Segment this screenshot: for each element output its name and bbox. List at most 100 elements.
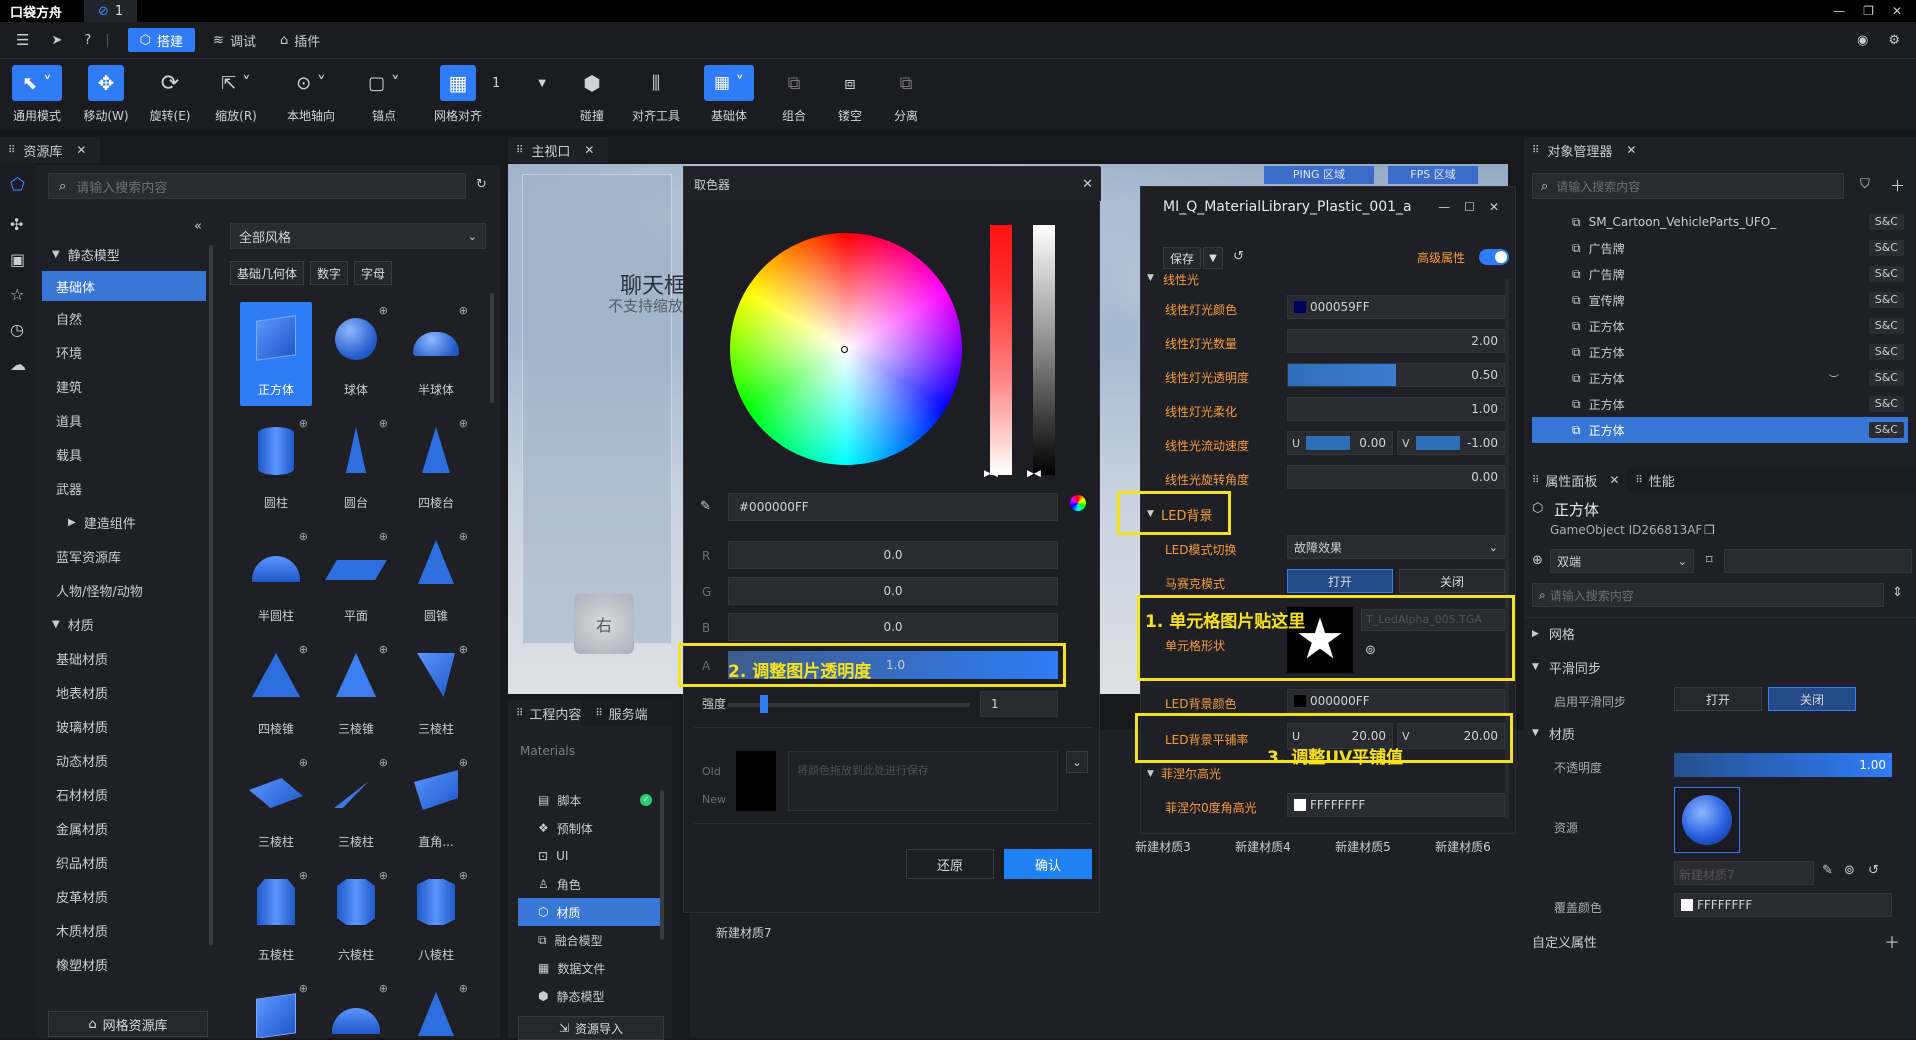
section-material[interactable]: ▼ 材质 [1524,717,1916,749]
tree-item[interactable]: 环境 [40,335,208,369]
zoom-icon[interactable]: ⊕ [299,869,308,882]
minimize-icon[interactable]: — [1438,200,1450,214]
tool-grid-snap[interactable]: ▦ 网格对齐 [428,65,488,124]
section-smooth-sync[interactable]: ▼ 平滑同步 [1524,651,1916,683]
tool-group[interactable]: ⧉ 组合 [766,65,822,124]
tool-move[interactable]: ✥ 移动(W) [78,65,134,124]
tree-item[interactable]: 载具 [40,437,208,471]
object-row[interactable]: ⧉ 宣传牌 S&C [1532,287,1908,313]
smooth-sync-on-button[interactable]: 打开 [1674,687,1762,711]
network-select[interactable]: 双端 ⌄ [1550,549,1694,573]
filter-icon[interactable]: ⛉ [1860,177,1870,192]
tree-item[interactable]: 地表材质 [40,675,208,709]
tag-icon[interactable]: ⌑ [1706,553,1713,568]
intensity-slider-thumb[interactable] [760,695,768,713]
locate-icon[interactable]: ⊚ [1844,863,1855,878]
zoom-icon[interactable]: ⊕ [379,982,388,995]
asset-item[interactable]: ⊕ 半圆柱 [240,528,312,632]
tool-align[interactable]: ⫼ 对齐工具 [624,65,688,124]
tool-anchor[interactable]: ▢ ˅ 锚点 [356,65,412,124]
saved-colors-dropzone[interactable]: 将颜色拖放到此处进行保存 [788,751,1058,811]
asset-item[interactable]: ⊕ 半球体 [400,302,472,406]
rotation-angle-field[interactable]: 0.00 [1287,465,1505,489]
tree-item[interactable]: 基础材质 [40,641,208,675]
document-tab[interactable]: ⊘ 1 [84,0,138,22]
minimize-icon[interactable]: — [1833,4,1845,18]
mosaic-on-button[interactable]: 打开 [1287,569,1393,593]
flow-speed-v-field[interactable]: V -1.00 [1397,431,1505,455]
zoom-icon[interactable]: ⊕ [379,756,388,769]
tool-local-axis[interactable]: ⊙ ˅ 本地轴向 [278,65,344,124]
hamburger-icon[interactable]: ☰ [16,31,29,49]
tree-item[interactable]: 玻璃材质 [40,709,208,743]
tree-item[interactable]: 道具 [40,403,208,437]
zoom-icon[interactable]: ⊕ [379,417,388,430]
color-wheel-cursor[interactable] [841,346,848,353]
project-item[interactable]: ▤ 脚本 ✓ [518,786,662,814]
value-slider[interactable] [1033,225,1055,475]
asset-item[interactable]: ⊕ 六棱柱 [320,867,392,971]
asset-item[interactable]: ⊕ 四棱台 [400,415,472,519]
asset-item[interactable]: ⊕ 圆台 [320,415,392,519]
zoom-icon[interactable]: ⊕ [459,869,468,882]
asset-item[interactable]: ⊕ 八棱柱 [400,867,472,971]
tree-item[interactable]: 橡塑材质 [40,947,208,981]
hidden-icon[interactable]: ︶ [1829,371,1839,386]
expand-all-icon[interactable]: ⇕ [1892,585,1903,600]
fresnel-color-field[interactable]: FFFFFFFF [1287,793,1505,817]
tree-item[interactable]: 武器 [40,471,208,505]
confirm-button[interactable]: 确认 [1004,849,1092,879]
project-scrollbar[interactable] [660,790,664,940]
flow-speed-u-field[interactable]: U 0.00 [1287,431,1393,455]
section-custom-props[interactable]: 自定义属性 ＋ [1524,925,1916,957]
fresnel-section-toggle[interactable]: ▼ [1147,769,1154,779]
object-row[interactable]: ⧉ 广告牌 S&C [1532,261,1908,287]
tree-item[interactable]: 动态材质 [40,743,208,777]
tab-server[interactable]: ⠿ 服务端 [581,700,647,726]
tool-scale[interactable]: ⇱ ˅ 缩放(R) [208,65,264,124]
send-icon[interactable]: ➤ [51,33,62,48]
tab-plugin[interactable]: ⌂ 插件 [280,31,320,50]
asset-item[interactable]: 正方体 [240,302,312,406]
zoom-icon[interactable]: ⊕ [459,643,468,656]
tree-item[interactable]: 建筑 [40,369,208,403]
zoom-icon[interactable]: ⊕ [459,756,468,769]
add-icon[interactable]: ＋ [1884,929,1900,953]
tree-item[interactable]: 木质材质 [40,913,208,947]
zoom-icon[interactable]: ⊕ [299,417,308,430]
style-select[interactable]: 全部风格 ⌄ [230,223,486,249]
object-row-selected[interactable]: ⧉ 正方体 S&C [1532,417,1908,443]
resource-name-field[interactable]: 新建材质7 [1674,861,1814,885]
tool-separate[interactable]: ⧉ 分离 [878,65,934,124]
eye-icon[interactable]: ◉ [1857,33,1868,48]
tree-item[interactable]: 织品材质 [40,845,208,879]
edit-icon[interactable]: ✎ [1822,863,1833,878]
zoom-icon[interactable]: ⊕ [299,530,308,543]
object-row[interactable]: ⧉ 正方体 S&C [1532,391,1908,417]
reset-icon[interactable]: ↺ [1868,863,1879,878]
object-row[interactable]: ⧉ 广告牌 S&C [1532,235,1908,261]
asset-item[interactable]: ⊕ [240,980,312,1038]
property-search-input[interactable]: ⌕ 请输入搜索内容 [1532,583,1884,607]
eyedropper-icon[interactable]: ✎ [700,499,711,514]
close-icon[interactable]: ✕ [584,143,594,157]
bg-color-field[interactable]: 000000FF [1287,689,1505,713]
object-row[interactable]: ⧉ SM_Cartoon_VehicleParts_UFO_ S&C [1532,209,1908,235]
linear-light-count-field[interactable]: 2.00 [1287,329,1505,353]
undo-icon[interactable]: ↺ [1233,249,1244,264]
project-item[interactable]: ⬢ 静态模型 [518,982,662,1010]
close-icon[interactable]: ✕ [1489,200,1499,214]
material-preview[interactable] [1674,787,1740,853]
zoom-icon[interactable]: ⊕ [379,869,388,882]
object-row[interactable]: ⧉ 正方体 S&C [1532,313,1908,339]
tree-item[interactable]: ▼ 材质 [40,607,208,641]
zoom-icon[interactable]: ⊕ [299,756,308,769]
tool-select[interactable]: ⬉ ˅ 通用模式 [8,65,66,124]
asset-library-tab[interactable]: ⠿ 资源库 ✕ [0,137,100,163]
asset-item[interactable]: ⊕ 三棱锥 [320,641,392,745]
close-icon[interactable]: ✕ [1626,143,1636,157]
hex-input[interactable]: #000000FF [728,493,1058,521]
refresh-icon[interactable]: ↻ [476,177,487,192]
help-icon[interactable]: ? [84,33,91,48]
project-item[interactable]: ⊡ UI [518,842,662,870]
